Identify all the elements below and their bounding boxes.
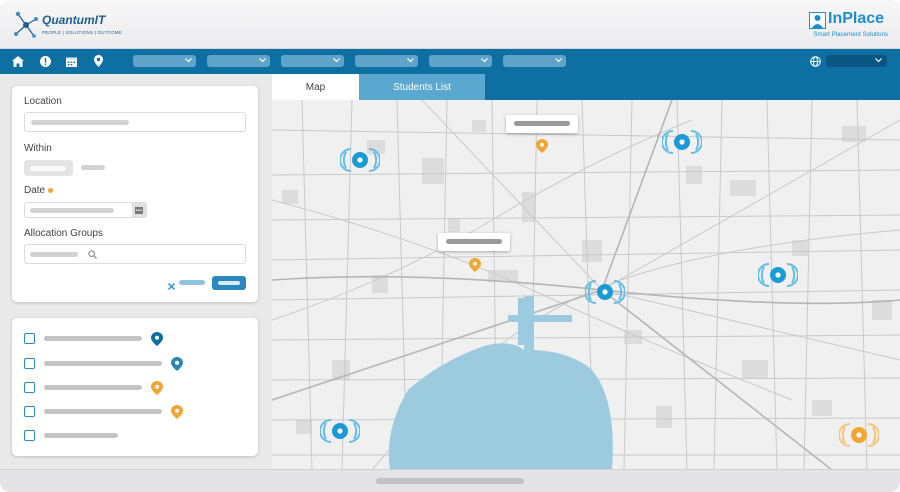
date-input[interactable] (24, 202, 147, 218)
inplace-logo[interactable]: InPlace Smart Placement Solutions (808, 10, 888, 40)
window-bottom-bar (0, 469, 900, 492)
tab-map-label: Map (305, 81, 326, 93)
location-pin-icon[interactable] (91, 54, 105, 68)
tab-students-list[interactable]: Students List (359, 74, 485, 100)
main-nav-bar (0, 49, 900, 74)
calendar-icon[interactable] (132, 203, 146, 217)
list-item-label (44, 385, 142, 390)
allocation-groups-input[interactable] (24, 244, 246, 264)
filter-panel: Location Within Date Allocation Groups (12, 86, 258, 302)
nav-dropdown-2[interactable] (207, 55, 270, 67)
chevron-down-icon (555, 58, 562, 63)
map-pin-icon (151, 381, 163, 395)
quantumit-tagline: PEOPLE | SOLUTIONS | OUTCOME (42, 30, 122, 35)
map-tooltip (506, 115, 578, 133)
map-pin-icon (171, 357, 183, 371)
nav-dropdown-5[interactable] (429, 55, 492, 67)
list-item-checkbox[interactable] (24, 333, 35, 344)
chevron-down-icon (875, 58, 882, 63)
horizontal-scrollbar[interactable] (376, 478, 524, 484)
list-item-checkbox[interactable] (24, 382, 35, 393)
list-item-label (44, 361, 162, 366)
map-pin-icon (151, 332, 163, 346)
nav-dropdown-1[interactable] (133, 55, 196, 67)
within-select[interactable] (24, 160, 73, 176)
inplace-tagline: Smart Placement Solutions (813, 31, 888, 38)
search-icon (88, 250, 97, 259)
required-dot (48, 188, 53, 193)
home-icon[interactable] (11, 54, 25, 68)
list-item-label (44, 433, 118, 438)
apply-button[interactable] (212, 276, 246, 290)
bay-water (388, 296, 613, 470)
chevron-down-icon (333, 58, 340, 63)
location-marker[interactable] (662, 122, 702, 162)
chevron-down-icon (259, 58, 266, 63)
calendar-icon[interactable] (64, 54, 78, 68)
within-unit (81, 165, 105, 170)
list-item-label (44, 409, 162, 414)
location-list-panel (12, 318, 258, 456)
location-marker-highlight[interactable] (839, 415, 879, 455)
allocation-groups-label: Allocation Groups (24, 228, 103, 239)
view-tabs: Map Students List (272, 74, 900, 100)
map-pin-icon[interactable] (536, 139, 548, 153)
chevron-down-icon (185, 58, 192, 63)
location-marker[interactable] (340, 140, 380, 180)
info-icon[interactable] (38, 54, 52, 68)
list-item-label (44, 336, 142, 341)
molecule-icon (14, 11, 38, 38)
tab-map[interactable]: Map (272, 74, 359, 100)
list-item-checkbox[interactable] (24, 406, 35, 417)
location-input[interactable] (24, 112, 246, 132)
location-label: Location (24, 96, 62, 107)
tab-students-list-label: Students List (393, 81, 451, 93)
nav-dropdown-6[interactable] (503, 55, 566, 67)
person-icon (809, 12, 826, 29)
map-pin-icon[interactable] (469, 258, 481, 272)
date-label: Date (24, 185, 46, 196)
list-item-checkbox[interactable] (24, 358, 35, 369)
within-label: Within (24, 143, 52, 154)
quantumit-logo[interactable]: QuantumIT PEOPLE | SOLUTIONS | OUTCOME (12, 9, 122, 43)
quantumit-brand: QuantumIT (42, 13, 106, 27)
list-item-checkbox[interactable] (24, 430, 35, 441)
inplace-brand: InPlace (828, 10, 885, 27)
globe-icon[interactable] (808, 54, 822, 68)
map-view[interactable] (272, 100, 900, 470)
app-header: QuantumIT PEOPLE | SOLUTIONS | OUTCOME I… (0, 0, 900, 49)
location-marker[interactable] (320, 411, 360, 451)
chevron-down-icon (481, 58, 488, 63)
map-pin-icon (171, 405, 183, 419)
location-marker[interactable] (585, 272, 625, 312)
nav-dropdown-4[interactable] (355, 55, 418, 67)
close-icon[interactable] (167, 278, 176, 290)
map-tooltip (438, 233, 510, 251)
chevron-down-icon (407, 58, 414, 63)
app-window: QuantumIT PEOPLE | SOLUTIONS | OUTCOME I… (0, 0, 900, 492)
nav-dropdown-3[interactable] (281, 55, 344, 67)
language-dropdown[interactable] (826, 55, 887, 67)
location-marker[interactable] (758, 255, 798, 295)
clear-link[interactable] (179, 280, 205, 285)
